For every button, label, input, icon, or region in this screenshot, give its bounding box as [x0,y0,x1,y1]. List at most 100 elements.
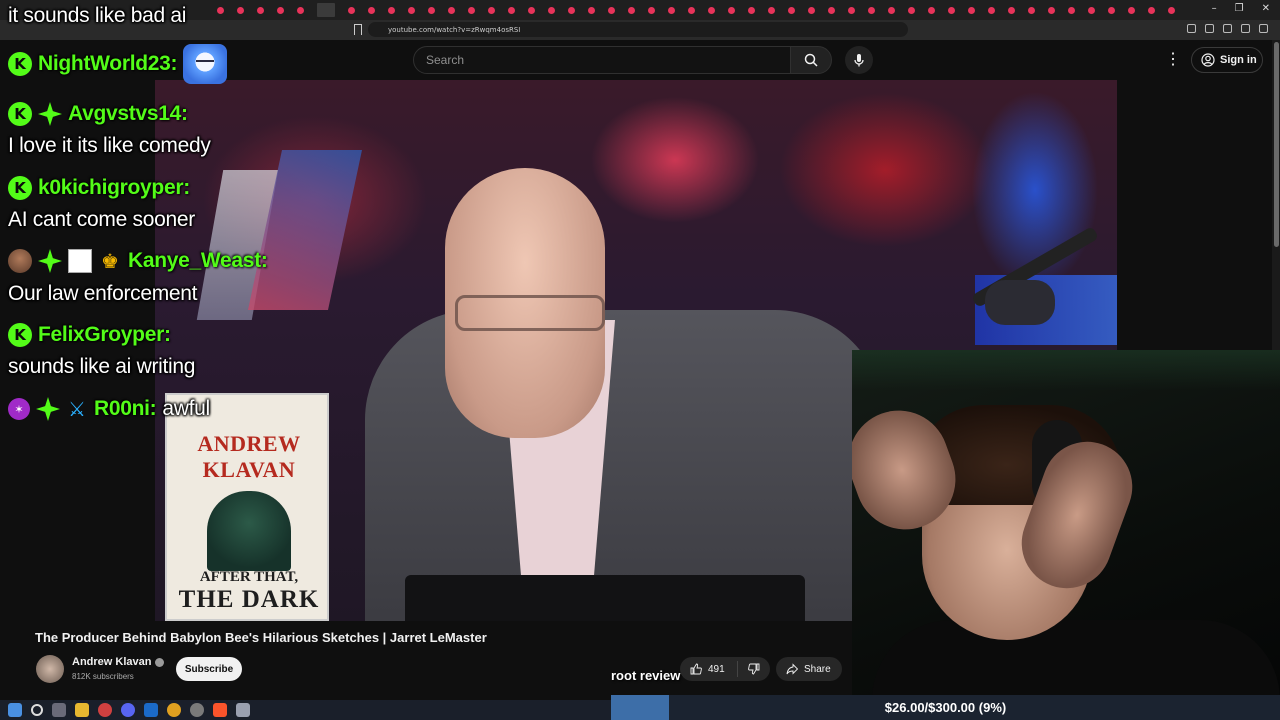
obs-icon[interactable] [190,703,204,717]
search-icon [804,53,818,67]
chat-message-text-line: Our law enforcement [8,282,198,306]
brave-icon[interactable] [213,703,227,717]
chat-text: AI cant come sooner [8,208,195,231]
extension-icon[interactable] [1205,24,1214,33]
dislike-button[interactable] [738,663,770,675]
browser-toolbar [1187,24,1268,33]
browser-tab[interactable] [627,6,635,14]
like-button[interactable]: 491 [680,661,738,677]
browser-tab[interactable] [1087,6,1095,14]
kick-badge-icon: K [8,176,32,200]
subscribe-button[interactable]: Subscribe [176,657,242,681]
browser-tab[interactable] [1047,6,1055,14]
app-icon[interactable] [98,703,112,717]
browser-tab[interactable] [527,6,535,14]
sign-in-button[interactable]: Sign in [1191,47,1263,73]
volume-icon[interactable] [236,703,250,717]
voice-search-button[interactable] [845,46,873,74]
browser-tab[interactable] [967,6,975,14]
webcam-overlay [852,350,1280,695]
extension-icon[interactable] [1223,24,1232,33]
browser-tab[interactable] [547,6,555,14]
host-glasses [455,295,605,331]
kick-badge-icon: K [8,52,32,76]
browser-tab[interactable] [1027,6,1035,14]
browser-tab[interactable] [1067,6,1075,14]
browser-tab[interactable] [767,6,775,14]
chrome-icon[interactable] [167,703,181,717]
bookmark-icon[interactable] [354,24,362,35]
browser-tab[interactable] [687,6,695,14]
restore-icon[interactable]: ❐ [1235,3,1244,14]
search-button[interactable] [790,46,832,74]
extension-icon[interactable] [1187,24,1196,33]
browser-tab[interactable] [647,6,655,14]
task-view-icon[interactable] [52,703,66,717]
browser-tab[interactable] [1107,6,1115,14]
goal-text: $26.00/$300.00 (9%) [884,700,1007,715]
browser-tab[interactable] [827,6,835,14]
laptop [405,575,805,621]
channel-name[interactable]: Andrew Klavan [72,656,165,668]
file-explorer-icon[interactable] [75,703,89,717]
channel-avatar[interactable] [36,655,64,683]
search-input[interactable]: Search [413,46,791,74]
browser-tab[interactable] [927,6,935,14]
browser-tab[interactable] [507,6,515,14]
browser-tab[interactable] [1007,6,1015,14]
browser-tab[interactable] [707,6,715,14]
browser-tab[interactable] [1167,6,1175,14]
browser-tab[interactable] [867,6,875,14]
browser-tab[interactable] [907,6,915,14]
browser-tab[interactable] [407,6,415,14]
donation-goal-bar: $26.00/$300.00 (9%) [611,695,1280,720]
kick-badge-icon: K [8,323,32,347]
browser-tab[interactable] [747,6,755,14]
user-avatar-icon [8,249,32,273]
browser-tab[interactable] [887,6,895,14]
thumbs-down-icon [748,663,760,675]
search-icon[interactable] [31,704,43,716]
browser-tab[interactable] [387,6,395,14]
browser-tab[interactable] [947,6,955,14]
browser-tab[interactable] [347,6,355,14]
browser-tab[interactable] [447,6,455,14]
browser-tab[interactable] [667,6,675,14]
close-icon[interactable]: ✕ [1262,3,1270,14]
browser-tab[interactable] [567,6,575,14]
chat-text: Our law enforcement [8,282,198,305]
browser-tab[interactable] [607,6,615,14]
browser-tab[interactable] [987,6,995,14]
discord-icon[interactable] [121,703,135,717]
browser-tab[interactable] [236,6,244,14]
browser-tab[interactable] [467,6,475,14]
windows-start-icon[interactable] [8,703,22,717]
browser-tab[interactable] [296,6,304,14]
url-field[interactable]: youtube.com/watch?v=zRwqm4osRSI [368,22,908,37]
browser-tab[interactable] [787,6,795,14]
book-title-line: AFTER THAT, [199,569,299,585]
steam-icon[interactable] [144,703,158,717]
menu-icon[interactable] [1259,24,1268,33]
minimize-icon[interactable]: – [1212,3,1217,14]
chat-text: sounds like ai writing [8,355,196,378]
browser-tab[interactable] [847,6,855,14]
browser-tab[interactable] [1127,6,1135,14]
more-options-icon[interactable]: ⋮ [1165,50,1181,70]
browser-tab[interactable] [727,6,735,14]
browser-tab[interactable] [216,6,224,14]
browser-tab[interactable] [587,6,595,14]
browser-tab[interactable] [427,6,435,14]
browser-tab[interactable] [367,6,375,14]
browser-tab[interactable] [807,6,815,14]
browser-tab[interactable] [256,6,264,14]
browser-tab[interactable] [276,6,284,14]
browser-tab[interactable] [1147,6,1155,14]
browser-tab[interactable] [316,3,335,17]
share-button[interactable]: Share [776,657,842,681]
book-author: ANDREW KLAVAN [179,431,319,483]
extension-icon[interactable] [1241,24,1250,33]
scrollbar-thumb[interactable] [1274,42,1279,247]
browser-tab[interactable] [487,6,495,14]
root-review-label: root review [611,668,681,683]
